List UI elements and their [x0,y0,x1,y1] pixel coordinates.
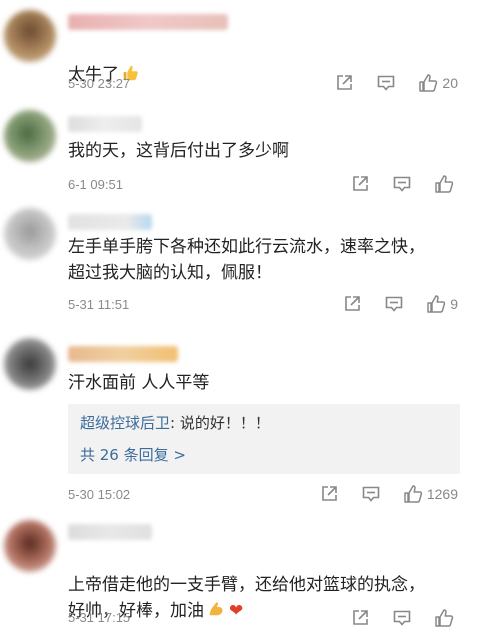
share-icon [353,610,368,625]
comment-actions: 20 [312,73,458,93]
reply-username-link[interactable]: 超级控球后卫 [80,414,170,432]
comment-button[interactable] [384,294,404,314]
share-button[interactable] [350,174,370,194]
comment-actions: 9 [320,294,458,314]
comment-icon [378,75,395,91]
comment-item: 太牛了 5-30 23:27 20 [0,0,492,104]
comment-text: 我的天，这背后付出了多少啊 [68,141,289,161]
avatar[interactable] [4,110,56,162]
username-blurred[interactable] [68,524,152,540]
comment-time: 5-30 15:02 [68,487,131,502]
avatar[interactable] [4,338,56,390]
avatar[interactable] [4,520,56,572]
comment-icon [385,296,403,312]
comment-text: 左手单手胯下各种还如此行云流水，速率之快， 超过我大脑的认知，佩服！ [68,237,425,283]
comment-item: 上帝借走他的一支手臂，还给他对篮球的执念， 好帅，好棒，加油 ❤ 5-31 17:… [0,512,492,644]
like-button[interactable] [434,174,454,194]
like-button[interactable]: 1269 [403,484,458,504]
share-button[interactable] [350,608,370,628]
username-blurred[interactable] [68,116,142,132]
like-count: 20 [442,75,458,91]
comment-button[interactable] [376,73,396,93]
comment-icon [393,176,411,192]
comment-button[interactable] [361,484,381,504]
like-icon [435,175,454,193]
share-button[interactable] [334,73,354,93]
reply-text: : 说的好！！！ [170,414,270,432]
comment-actions [328,174,454,194]
like-icon [427,295,446,313]
share-icon [322,486,337,501]
comment-time: 5-30 23:27 [68,76,131,91]
comment-item: 我的天，这背后付出了多少啊 6-1 09:51 [0,104,492,202]
share-button[interactable] [319,484,339,504]
like-icon [419,74,438,92]
like-count: 9 [450,296,458,312]
like-button[interactable]: 20 [418,73,458,93]
avatar[interactable] [4,10,56,62]
comment-actions: 1269 [297,484,458,504]
share-icon [353,176,368,191]
share-icon [345,296,361,311]
comment-button[interactable] [392,608,412,628]
like-icon [435,609,454,627]
comment-time: 6-1 09:51 [68,177,123,192]
comment-item: 汗水面前 人人平等 超级控球后卫: 说的好！！！ 共 26 条回复 > 5-30… [0,332,492,512]
like-button[interactable]: 9 [426,294,458,314]
comment-button[interactable] [392,174,412,194]
share-icon [337,75,353,90]
reply-box[interactable]: 超级控球后卫: 说的好！！！ 共 26 条回复 > [68,404,460,474]
reply-line: 超级控球后卫: 说的好！！！ [80,412,270,433]
username-blurred[interactable] [68,14,228,30]
comment-actions [328,608,454,628]
view-all-replies-link[interactable]: 共 26 条回复 > [80,444,186,465]
flexed-arm-emoji-icon [209,602,223,616]
username-blurred[interactable] [68,214,152,230]
comment-time: 5-31 11:51 [68,297,130,312]
comment-icon [393,610,411,626]
like-button[interactable] [434,608,454,628]
like-count: 1269 [426,486,458,502]
comment-time: 5-31 17:15 [68,610,131,625]
comment-text: 汗水面前 人人平等 [68,373,210,393]
username-blurred[interactable] [68,346,178,362]
avatar[interactable] [4,208,56,260]
share-button[interactable] [342,294,362,314]
comment-item: 左手单手胯下各种还如此行云流水，速率之快， 超过我大脑的认知，佩服！ 5-31 … [0,202,492,332]
red-heart-emoji-icon: ❤ [229,601,244,621]
like-icon [404,485,423,503]
comment-icon [362,486,380,502]
